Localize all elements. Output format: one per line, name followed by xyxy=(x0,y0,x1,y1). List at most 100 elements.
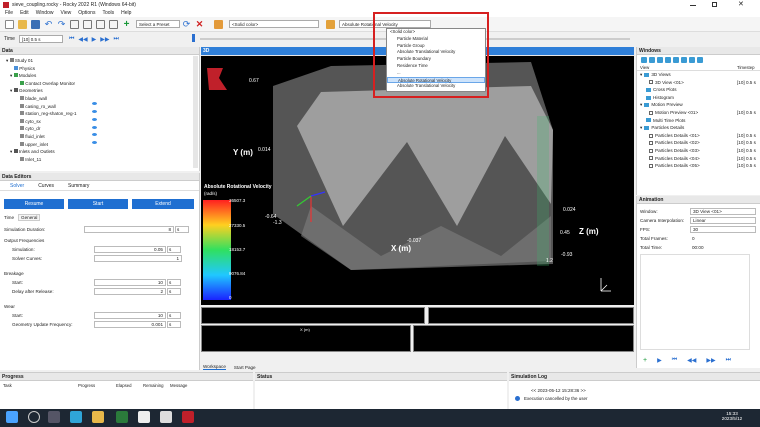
simulation-duration-input[interactable]: 8 xyxy=(84,226,174,233)
win-tool-icon[interactable] xyxy=(689,56,695,63)
first-frame-icon[interactable]: ⏮ xyxy=(69,36,74,43)
visibility-eye-icon[interactable] xyxy=(92,102,97,105)
table-icon[interactable] xyxy=(96,19,105,29)
data-panel-scrollbar[interactable] xyxy=(193,56,198,168)
win-tool-icon[interactable] xyxy=(649,56,655,63)
tree-geometry-item[interactable]: blade_wall xyxy=(4,95,199,103)
clock[interactable]: 15:33 2023/5/12 xyxy=(712,411,752,421)
menu-edit[interactable]: Edit xyxy=(20,10,29,16)
delay-input[interactable]: 2 xyxy=(94,288,166,295)
win-tool-icon[interactable] xyxy=(673,56,679,63)
visibility-eye-icon[interactable] xyxy=(92,118,97,121)
tree-inlet-item[interactable]: Inlet_11 xyxy=(4,156,199,164)
tree-physics[interactable]: Physics xyxy=(4,65,199,73)
last-key-icon[interactable]: ⏭ xyxy=(726,357,731,364)
add-icon[interactable]: + xyxy=(122,19,131,29)
close-icon[interactable]: ✕ xyxy=(738,0,744,9)
windows-item[interactable]: 3D View <01> [10] 0.5 s xyxy=(637,79,760,87)
menu-options[interactable]: Options xyxy=(78,10,95,16)
win-tool-icon[interactable] xyxy=(641,56,647,63)
tab-curves[interactable]: Curves xyxy=(38,183,54,189)
search-icon[interactable] xyxy=(28,411,40,423)
windows-item-group[interactable]: Histogram xyxy=(637,94,760,102)
window-icon[interactable] xyxy=(109,19,118,29)
windows-item[interactable]: Particles Details <02> [10] 0.5 s xyxy=(637,139,760,147)
tree-geometry-item[interactable]: upper_inlet xyxy=(4,141,199,149)
windows-item-group[interactable]: Cross Plots xyxy=(637,86,760,94)
start-button[interactable]: Start xyxy=(68,199,128,209)
simulation-output-unit[interactable]: s xyxy=(167,246,181,253)
breakage-start-unit[interactable]: s xyxy=(167,279,181,286)
mini-viewport-1[interactable] xyxy=(201,307,425,324)
menu-tools[interactable]: Tools xyxy=(102,10,114,16)
windows-item-group[interactable]: ▾ Particles Details xyxy=(637,124,760,132)
undo-icon[interactable]: ↶ xyxy=(44,19,53,29)
windows-item[interactable]: Particles Details <05> [10] 0.5 s xyxy=(637,162,760,170)
wear-start-input[interactable]: 10 xyxy=(94,312,166,319)
visibility-eye-icon[interactable] xyxy=(92,110,97,113)
save-icon[interactable] xyxy=(31,19,40,29)
geometry-update-unit[interactable]: s xyxy=(167,321,181,328)
tab-start-page[interactable]: Start Page xyxy=(234,365,256,370)
windows-item[interactable]: Motion Preview <01> [10] 0.5 s xyxy=(637,109,760,117)
delay-unit[interactable]: s xyxy=(167,288,181,295)
win-tool-icon[interactable] xyxy=(681,56,687,63)
new-icon[interactable] xyxy=(5,19,14,29)
tree-study[interactable]: ▾ Study 01 xyxy=(4,57,199,65)
redo-icon[interactable]: ↷ xyxy=(57,19,66,29)
maximize-icon[interactable] xyxy=(712,2,717,7)
menu-file[interactable]: File xyxy=(5,10,13,16)
first-key-icon[interactable]: ⏮ xyxy=(672,357,677,364)
time-select[interactable]: [10] 0.5 s xyxy=(18,35,63,43)
app-icon-2[interactable] xyxy=(138,411,150,423)
windows-item-group[interactable]: ▾ 3D Views xyxy=(637,71,760,79)
win-tool-icon[interactable] xyxy=(697,56,703,63)
prev-key-icon[interactable]: ◀◀ xyxy=(687,357,696,364)
tab-workspace[interactable]: Workspace xyxy=(203,364,226,370)
edge-icon[interactable] xyxy=(70,411,82,423)
refresh-icon[interactable]: ⟳ xyxy=(182,19,191,29)
visibility-eye-icon[interactable] xyxy=(92,126,97,129)
tree-geometry-item[interactable]: fluid_inlet xyxy=(4,133,199,141)
tab-solver[interactable]: Solver xyxy=(10,183,24,189)
preset-select[interactable]: Select a Preset xyxy=(136,20,180,28)
win-tool-icon[interactable] xyxy=(657,56,663,63)
simulation-output-input[interactable]: 0.05 xyxy=(94,246,166,253)
animation-window-select[interactable]: 3D View <01> xyxy=(690,208,756,215)
subtab-time[interactable]: Time xyxy=(4,215,14,220)
simulation-duration-unit[interactable]: s xyxy=(175,226,189,233)
wear-start-unit[interactable]: s xyxy=(167,312,181,319)
prev-frame-icon[interactable]: ◀◀ xyxy=(78,36,87,43)
tree-geometry-item[interactable]: cyto_sx xyxy=(4,118,199,126)
minimize-icon[interactable] xyxy=(690,5,696,6)
tree-geometry-item[interactable]: station_reg-shaton_reg-1 xyxy=(4,110,199,118)
play-animation-icon[interactable]: ▶ xyxy=(657,357,662,364)
fps-input[interactable]: 30 xyxy=(690,226,756,233)
app-icon-1[interactable] xyxy=(116,411,128,423)
solid-color-select[interactable]: <Solid color> xyxy=(229,20,319,28)
windows-item-group[interactable]: ▾ Motion Preview xyxy=(637,101,760,109)
breakage-start-input[interactable]: 10 xyxy=(94,279,166,286)
menu-window[interactable]: Window xyxy=(36,10,54,16)
app-icon-3[interactable] xyxy=(160,411,172,423)
taskview-icon[interactable] xyxy=(48,411,60,423)
rocky-taskbar-icon[interactable] xyxy=(182,411,194,423)
color-by-icon[interactable] xyxy=(326,19,335,29)
tree-geometry-item[interactable]: casing_ro_wall xyxy=(4,103,199,111)
windows-item[interactable]: Particles Details <04> [10] 0.5 s xyxy=(637,155,760,163)
open-icon[interactable] xyxy=(18,19,27,29)
start-icon[interactable] xyxy=(6,411,18,423)
layout-icon[interactable] xyxy=(83,19,92,29)
animation-list[interactable] xyxy=(640,254,750,350)
viewport-tab[interactable]: 3D xyxy=(203,48,209,54)
explorer-icon[interactable] xyxy=(92,411,104,423)
mini-viewport-4[interactable] xyxy=(413,325,634,352)
menu-help[interactable]: Help xyxy=(121,10,131,16)
mini-viewport-2[interactable] xyxy=(428,307,634,324)
tree-inlets-outlets[interactable]: ▾ Inlets and Outlets xyxy=(4,148,199,156)
subtab-general[interactable]: General xyxy=(18,214,41,221)
resume-button[interactable]: Resume xyxy=(4,199,64,209)
grid-icon[interactable] xyxy=(70,19,79,29)
solver-curves-input[interactable]: 1 xyxy=(94,255,182,262)
windows-item-group[interactable]: Multi Time Plots xyxy=(637,117,760,125)
